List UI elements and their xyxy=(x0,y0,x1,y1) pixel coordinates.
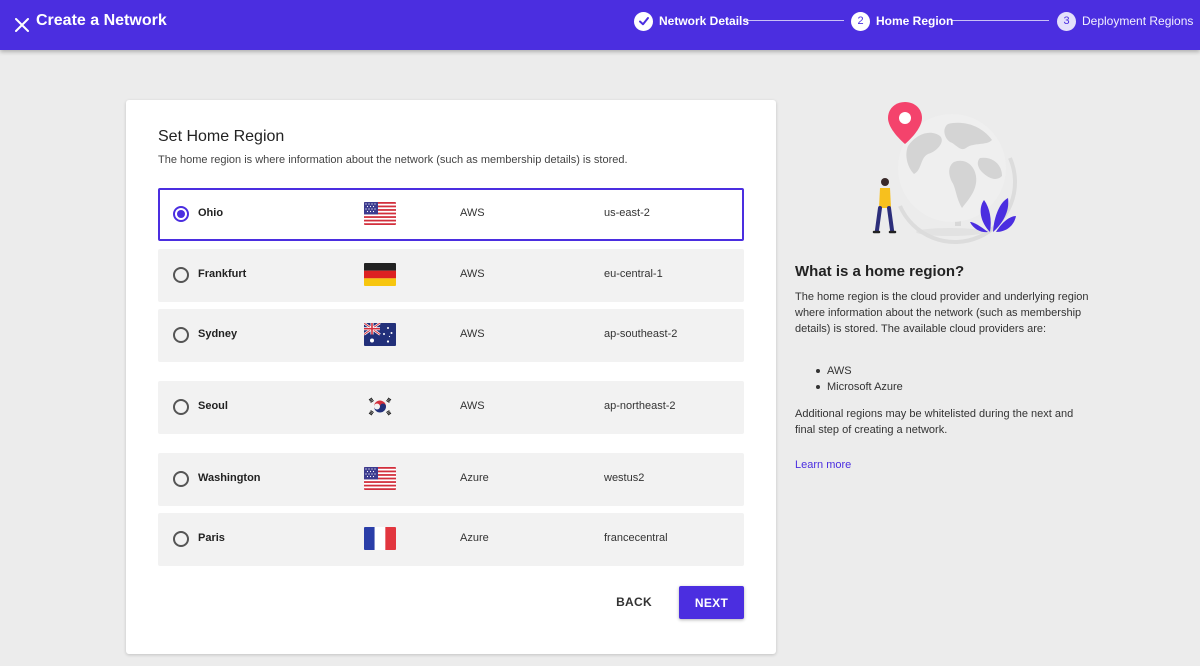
step-number-circle: 3 xyxy=(1057,11,1076,31)
page-title: Create a Network xyxy=(36,12,167,29)
region-option-paris[interactable]: Paris Azure francecentral xyxy=(158,513,744,566)
provider-list: AWS Microsoft Azure xyxy=(815,363,903,395)
step-deployment-regions: 3 Deployment Regions xyxy=(1057,11,1193,31)
list-item: Microsoft Azure xyxy=(815,379,903,395)
step-connector xyxy=(951,20,1049,21)
region-city: Washington xyxy=(198,472,261,484)
australia-flag-icon xyxy=(364,323,396,346)
card-subtitle: The home region is where information abo… xyxy=(158,154,628,166)
radio-button[interactable] xyxy=(173,531,189,547)
region-provider: AWS xyxy=(460,207,485,219)
info-extra: Additional regions may be whitelisted du… xyxy=(795,408,1074,436)
step-complete-circle xyxy=(634,11,653,31)
card-title: Set Home Region xyxy=(158,128,285,145)
germany-flag-icon xyxy=(364,263,396,286)
step-network-details: Network Details xyxy=(634,11,749,31)
region-code: westus2 xyxy=(604,472,645,484)
region-option-washington[interactable]: Washington Azure westus2 xyxy=(158,453,744,506)
us-flag-icon xyxy=(364,467,396,490)
us-flag-icon xyxy=(364,202,396,225)
step-label: Deployment Regions xyxy=(1082,14,1194,28)
radio-button[interactable] xyxy=(173,327,189,343)
region-option-seoul[interactable]: Seoul AWS ap-northeast-2 xyxy=(158,381,744,434)
radio-button[interactable] xyxy=(173,399,189,415)
top-app-bar: Create a Network Network Details 2 Home … xyxy=(0,0,1200,50)
close-icon xyxy=(15,18,29,32)
step-connector xyxy=(746,20,844,21)
region-city: Paris xyxy=(198,532,225,544)
region-code: francecentral xyxy=(604,532,668,544)
region-option-ohio[interactable]: Ohio AWS us-east-2 xyxy=(158,188,744,241)
region-code: us-east-2 xyxy=(604,207,650,219)
step-label: Home Region xyxy=(876,14,954,28)
info-body: The home region is the cloud provider an… xyxy=(795,291,1089,335)
region-city: Ohio xyxy=(198,207,224,219)
region-code: eu-central-1 xyxy=(604,268,663,280)
region-code: ap-northeast-2 xyxy=(604,400,676,412)
globe-illustration xyxy=(860,96,1030,246)
region-code: ap-southeast-2 xyxy=(604,328,678,340)
france-flag-icon xyxy=(364,527,396,550)
step-label: Network Details xyxy=(659,14,750,28)
south-korea-flag-icon xyxy=(364,395,396,418)
list-item: AWS xyxy=(815,363,903,379)
region-city: Sydney xyxy=(198,328,238,340)
radio-button[interactable] xyxy=(173,267,189,283)
region-city: Seoul xyxy=(198,400,228,412)
check-icon xyxy=(638,17,649,26)
region-provider: Azure xyxy=(460,532,489,544)
back-button[interactable]: BACK xyxy=(604,586,664,618)
region-option-sydney[interactable]: Sydney AWS ap-southeast-2 xyxy=(158,309,744,362)
next-button[interactable]: NEXT xyxy=(679,586,744,619)
radio-button[interactable] xyxy=(173,471,189,487)
region-provider: AWS xyxy=(460,400,485,412)
region-provider: AWS xyxy=(460,268,485,280)
radio-button[interactable] xyxy=(173,206,189,222)
close-button[interactable] xyxy=(8,11,36,39)
step-home-region: 2 Home Region xyxy=(851,11,953,31)
home-region-card: Set Home Region The home region is where… xyxy=(126,100,776,654)
learn-more-link[interactable]: Learn more xyxy=(795,459,851,471)
region-provider: AWS xyxy=(460,328,485,340)
info-title: What is a home region? xyxy=(795,263,965,280)
region-option-frankfurt[interactable]: Frankfurt AWS eu-central-1 xyxy=(158,249,744,302)
region-provider: Azure xyxy=(460,472,489,484)
region-city: Frankfurt xyxy=(198,268,247,280)
step-number-circle: 2 xyxy=(851,11,870,31)
